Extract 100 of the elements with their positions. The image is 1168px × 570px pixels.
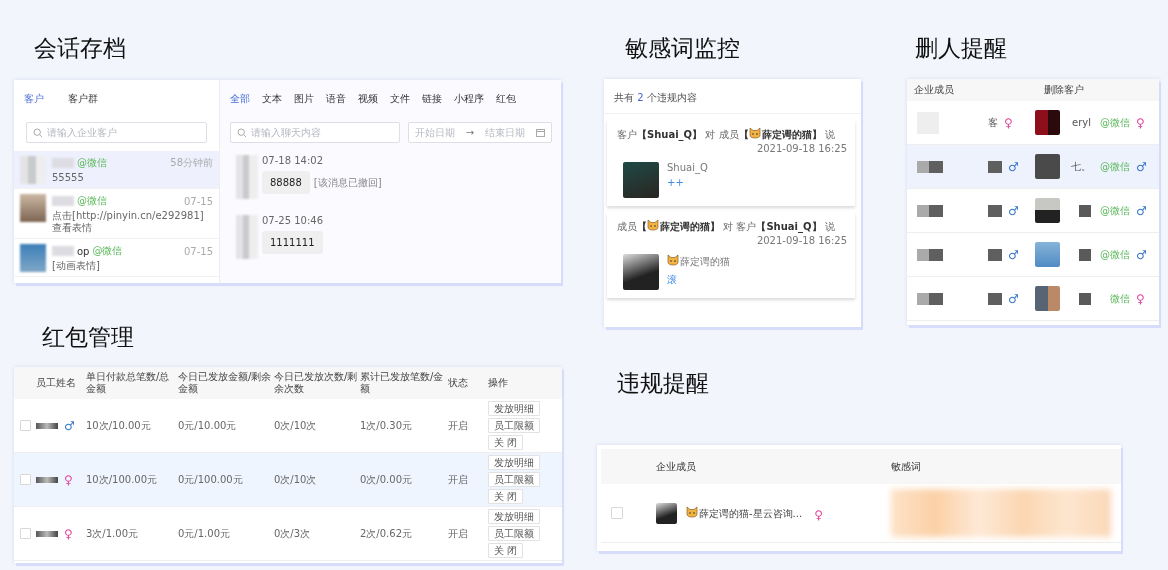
table-cell: 0元/100.00元 xyxy=(178,472,243,487)
blurred-name xyxy=(52,158,74,168)
conversation-item[interactable]: @微信 07-15 点击[http://pinyin.cn/e292981]查看表情 xyxy=(14,189,219,239)
tab[interactable]: 客户 xyxy=(24,92,44,118)
member-name: 薛定谔的猫-星云咨询... xyxy=(686,505,803,521)
table-cell: 0次/0.00元 xyxy=(360,472,412,487)
action-button[interactable]: 关 闭 xyxy=(488,489,524,504)
table-cell: 开启 xyxy=(448,418,468,433)
message-bubble: 1111111 xyxy=(262,231,323,254)
gender-sign: ♂ xyxy=(1008,203,1019,218)
blurred-name xyxy=(36,530,58,537)
column-header: 企业成员 xyxy=(914,83,954,97)
tab[interactable]: 视频 xyxy=(358,92,378,118)
message-preview: [动画表情] xyxy=(52,260,101,272)
blurred-name xyxy=(988,160,1002,173)
column-header: 今日已发放次数/剩余次数 xyxy=(274,371,358,395)
cat-icon xyxy=(686,505,698,518)
action-button[interactable]: 发放明细 xyxy=(488,401,540,416)
cat-icon xyxy=(667,254,679,266)
message-time: 07-18 14:02 xyxy=(262,155,325,166)
blurred-avatar xyxy=(20,194,46,222)
blurred-name xyxy=(988,292,1002,305)
row-checkbox[interactable] xyxy=(20,528,31,539)
gender-sign: ♂ xyxy=(1008,291,1019,306)
conversation-item[interactable]: op @微信 07-15 [动画表情] xyxy=(14,239,219,277)
action-button[interactable]: 发放明细 xyxy=(488,509,540,524)
sender-name: 薛定谔的猫 xyxy=(667,254,730,269)
blurred-name xyxy=(36,476,58,483)
wechat-tag: @微信 xyxy=(1100,115,1130,130)
table-cell: 0次/10次 xyxy=(274,418,317,433)
action-button[interactable]: 员工限额 xyxy=(488,526,540,541)
message-preview: 点击[http://pinyin.cn/e292981]查看表情 xyxy=(52,210,205,234)
table-cell: 10次/100.00元 xyxy=(86,472,158,487)
blurred-avatar xyxy=(917,160,943,173)
section-title: 违规提醒 xyxy=(617,369,710,398)
tab[interactable]: 全部 xyxy=(230,92,250,118)
recalled-note: [该消息已撤回] xyxy=(313,175,382,190)
photo-placeholder xyxy=(1035,154,1060,179)
table-cell: 3次/1.00元 xyxy=(86,526,138,541)
column-header: 今日已发放金额/剩余金额 xyxy=(178,371,272,395)
table-cell: 0元/1.00元 xyxy=(178,526,230,541)
gender-sign: ♀ xyxy=(1136,115,1145,130)
row-checkbox[interactable] xyxy=(20,474,31,485)
gender-sign: ♂ xyxy=(64,418,75,433)
customer-name: 七。 xyxy=(1071,159,1091,174)
table-cell: 0元/10.00元 xyxy=(178,418,237,433)
tab[interactable]: 文件 xyxy=(390,92,410,118)
wechat-tag: @微信 xyxy=(1100,247,1130,262)
blurred-avatar xyxy=(236,215,258,259)
wechat-tag: @微信 xyxy=(1100,159,1130,174)
action-button[interactable]: 员工限额 xyxy=(488,418,540,433)
date-range-field[interactable]: 开始日期 → 结束日期 xyxy=(408,122,552,143)
violation-heading: 客户【Shuai_Q】 对 成员【 薛定谔的猫】 说 xyxy=(617,127,836,141)
column-header: 累计已发放笔数/金额 xyxy=(360,371,445,395)
blurred-avatar xyxy=(20,156,46,184)
row-checkbox[interactable] xyxy=(20,420,31,431)
tab[interactable]: 红包 xyxy=(496,92,516,118)
row-checkbox[interactable] xyxy=(611,507,623,519)
blurred-avatar xyxy=(236,155,258,199)
column-header: 单日付款总笔数/总金额 xyxy=(86,371,171,395)
conversation-time: 58分钟前 xyxy=(170,156,213,170)
tab[interactable]: 小程序 xyxy=(454,92,484,118)
blurred-name xyxy=(36,422,58,429)
customer-name: eryl xyxy=(1072,117,1091,128)
message-text: 滚 xyxy=(667,273,678,287)
gender-sign: ♀ xyxy=(814,507,823,522)
tab[interactable]: 语音 xyxy=(326,92,346,118)
violation-heading: 成员【 薛定谔的猫】 对 客户【Shuai_Q】 说 xyxy=(617,219,836,233)
blurred-name xyxy=(1079,292,1091,305)
action-button[interactable]: 关 闭 xyxy=(488,543,524,558)
column-header: 操作 xyxy=(488,377,508,389)
tab[interactable]: 客户群 xyxy=(68,92,98,118)
blurred-name xyxy=(988,204,1002,217)
section-title: 会话存档 xyxy=(34,34,127,63)
conversation-item[interactable]: @微信 58分钟前 55555 xyxy=(14,151,219,189)
action-button[interactable]: 关 闭 xyxy=(488,435,524,450)
customer-name: op xyxy=(77,245,90,257)
conversation-time: 07-15 xyxy=(183,245,213,257)
violation-time: 2021-09-18 16:25 xyxy=(756,235,847,246)
sender-name: Shuai_Q xyxy=(667,162,708,173)
blurred-name xyxy=(52,246,74,256)
wechat-tag: @微信 xyxy=(77,156,107,170)
wechat-tag: 微信 xyxy=(1110,291,1130,306)
message-bubble: 88888 xyxy=(262,171,310,194)
member-name: 客 xyxy=(988,115,998,130)
photo-placeholder xyxy=(656,502,677,524)
photo-placeholder xyxy=(1035,110,1060,135)
photo-placeholder xyxy=(1035,242,1060,267)
cat-icon xyxy=(748,127,761,139)
search-icon xyxy=(33,127,43,138)
blurred-avatar xyxy=(20,244,46,272)
column-header: 员工姓名 xyxy=(36,377,76,389)
tab[interactable]: 图片 xyxy=(294,92,314,118)
column-header: 企业成员 xyxy=(656,459,696,474)
action-button[interactable]: 发放明细 xyxy=(488,455,540,470)
photo-placeholder xyxy=(1035,286,1060,311)
action-button[interactable]: 员工限额 xyxy=(488,472,540,487)
search-icon xyxy=(237,127,247,138)
tab[interactable]: 链接 xyxy=(422,92,442,118)
tab[interactable]: 文本 xyxy=(262,92,282,118)
